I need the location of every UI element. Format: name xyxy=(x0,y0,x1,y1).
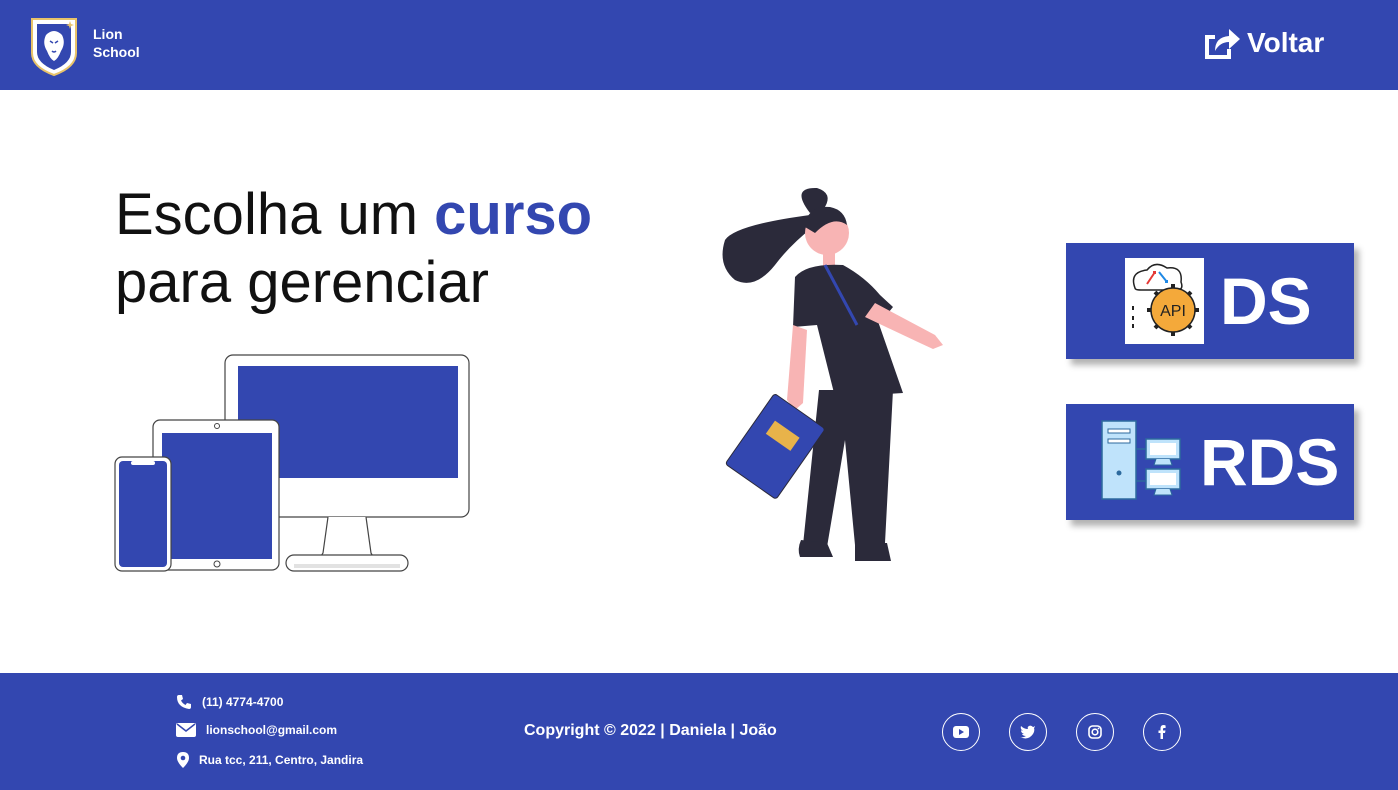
share-exit-icon xyxy=(1205,29,1240,59)
title-part-2: para gerenciar xyxy=(115,250,489,315)
course-label-ds: DS xyxy=(1220,264,1312,338)
brand-name: Lion School xyxy=(93,25,140,61)
back-button[interactable]: Voltar xyxy=(1201,25,1324,61)
contact-address: Rua tcc, 211, Centro, Jandira xyxy=(177,752,363,768)
devices-illustration xyxy=(114,354,470,572)
footer: (11) 4774-4700 lionschool@gmail.com Rua … xyxy=(0,673,1398,790)
brand-line-2: School xyxy=(93,44,140,60)
network-servers-icon xyxy=(1100,419,1182,506)
twitter-link[interactable] xyxy=(1009,713,1047,751)
envelope-icon xyxy=(176,723,196,737)
back-label: Voltar xyxy=(1247,27,1325,58)
api-gear-icon: API xyxy=(1125,258,1204,344)
phone-icon xyxy=(177,695,191,709)
contact-email: lionschool@gmail.com xyxy=(176,723,337,737)
location-pin-icon xyxy=(177,752,189,768)
woman-with-book-illustration xyxy=(722,187,943,561)
course-label-rds: RDS xyxy=(1200,425,1340,499)
header: Lion School Voltar xyxy=(0,0,1398,90)
title-accent: curso xyxy=(434,182,593,247)
brand-line-1: Lion xyxy=(93,26,123,42)
course-button-rds[interactable]: RDS xyxy=(1066,404,1354,520)
instagram-icon xyxy=(1088,725,1102,739)
course-button-ds[interactable]: API DS xyxy=(1066,243,1354,359)
email-address: lionschool@gmail.com xyxy=(206,723,338,737)
street-address: Rua tcc, 211, Centro, Jandira xyxy=(199,753,364,767)
youtube-icon xyxy=(953,726,969,738)
instagram-link[interactable] xyxy=(1076,713,1114,751)
svg-text:API: API xyxy=(1160,303,1186,320)
lion-shield-logo[interactable] xyxy=(28,15,80,77)
phone-number: (11) 4774-4700 xyxy=(202,695,284,709)
title-part-1: Escolha um xyxy=(115,182,435,247)
facebook-icon xyxy=(1158,725,1166,739)
contact-phone: (11) 4774-4700 xyxy=(176,694,283,710)
page-title: Escolha um curso para gerenciar xyxy=(115,181,592,317)
copyright-text: Copyright © 2022 | Daniela | João xyxy=(524,722,777,739)
youtube-link[interactable] xyxy=(942,713,980,751)
facebook-link[interactable] xyxy=(1143,713,1181,751)
main-content: Escolha um curso para gerenciar API DS R… xyxy=(0,90,1398,673)
twitter-icon xyxy=(1020,725,1036,739)
